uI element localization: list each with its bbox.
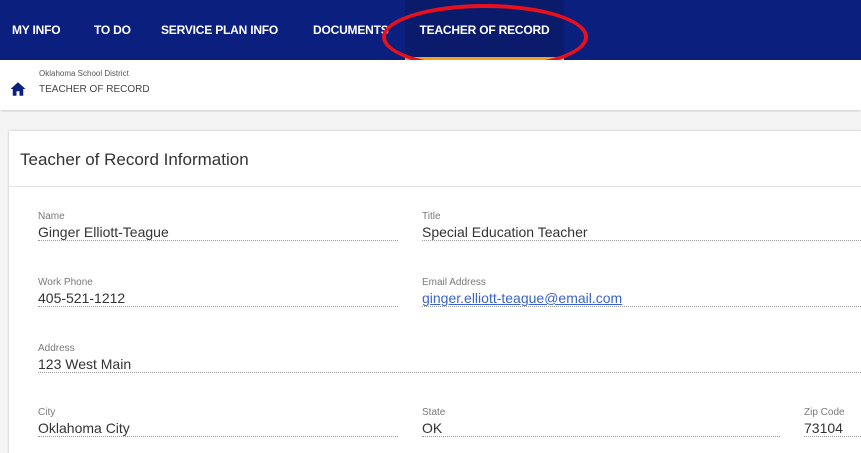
name-label: Name [38, 211, 65, 222]
zip-code-label: Zip Code [804, 407, 845, 418]
work-phone-label: Work Phone [38, 277, 93, 288]
name-field: Name Ginger Elliott-Teague [38, 211, 398, 241]
email-link[interactable]: ginger.elliott-teague@email.com [422, 289, 861, 307]
title-field: Title Special Education Teacher [422, 211, 861, 241]
state-label: State [422, 407, 446, 418]
work-phone-value: 405-521-1212 [38, 289, 398, 307]
breadcrumb-district[interactable]: Oklahoma School District [39, 69, 129, 78]
card-divider [9, 186, 861, 187]
breadcrumb-current-page: TEACHER OF RECORD [39, 84, 150, 95]
title-value: Special Education Teacher [422, 223, 861, 241]
card-title: Teacher of Record Information [20, 150, 249, 169]
title-label: Title [422, 211, 441, 222]
email-label: Email Address [422, 277, 486, 288]
address-value: 123 West Main [38, 355, 861, 373]
city-field: City Oklahoma City [38, 407, 398, 437]
city-label: City [38, 407, 56, 418]
nav-tab-to-do[interactable]: TO DO [94, 0, 131, 60]
nav-tab-documents[interactable]: DOCUMENTS [313, 0, 389, 60]
nav-tab-service-plan-info[interactable]: SERVICE PLAN INFO [161, 0, 278, 60]
nav-tab-my-info[interactable]: MY INFO [12, 0, 61, 60]
breadcrumb: Oklahoma School District TEACHER OF RECO… [0, 60, 861, 110]
zip-code-field: Zip Code 73104 [804, 407, 861, 437]
address-label: Address [38, 343, 75, 354]
address-field: Address 123 West Main [38, 343, 861, 373]
city-value: Oklahoma City [38, 419, 398, 437]
zip-code-value: 73104 [804, 419, 861, 437]
nav-tab-teacher-of-record[interactable]: TEACHER OF RECORD [405, 0, 564, 60]
top-nav: MY INFO TO DO SERVICE PLAN INFO DOCUMENT… [0, 0, 861, 60]
state-field: State OK [422, 407, 780, 437]
email-field: Email Address ginger.elliott-teague@emai… [422, 277, 861, 307]
state-value: OK [422, 419, 780, 437]
home-icon[interactable] [9, 80, 27, 98]
name-value: Ginger Elliott-Teague [38, 223, 398, 241]
work-phone-field: Work Phone 405-521-1212 [38, 277, 398, 307]
